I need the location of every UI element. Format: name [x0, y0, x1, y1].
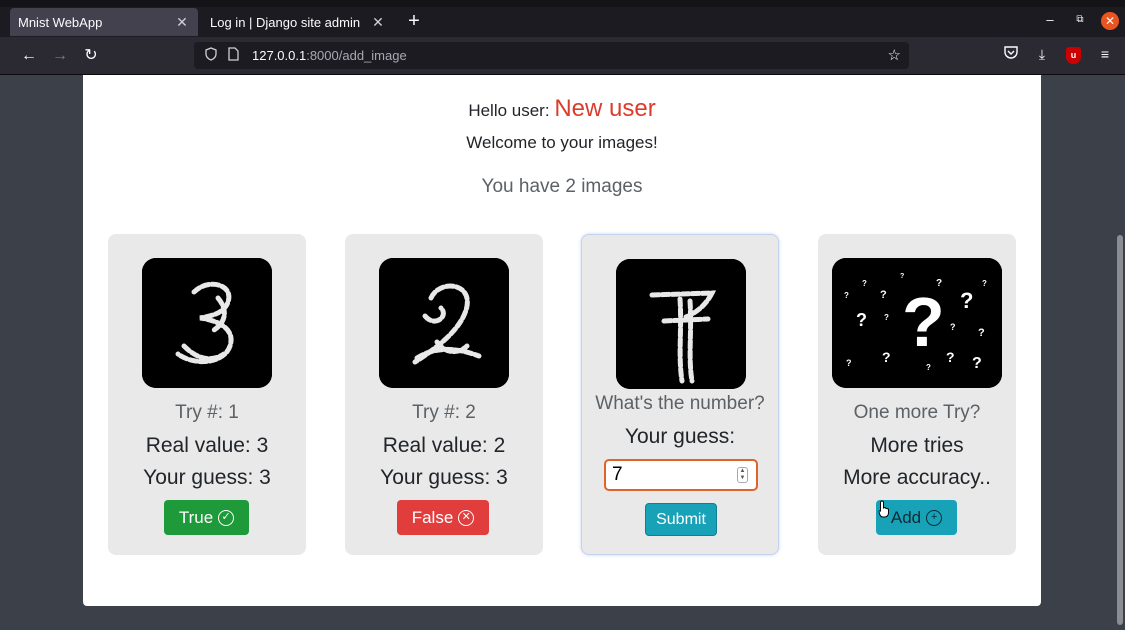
shield-icon[interactable]: [202, 47, 220, 64]
tab-title: Log in | Django site admin: [210, 14, 361, 30]
pocket-icon[interactable]: [1001, 46, 1021, 62]
image-card-2: Try #: 2 Real value: 2 Your guess: 3 Fal…: [345, 234, 543, 555]
page-viewport: Hello user: New user Welcome to your ima…: [0, 75, 1125, 630]
menu-icon[interactable]: ≡: [1095, 46, 1115, 62]
image-card-1: Try #: 1 Real value: 3 Your guess: 3 Tru…: [108, 234, 306, 555]
svg-text:?: ?: [926, 363, 931, 372]
your-guess: Your guess: 3: [380, 466, 508, 489]
window-top-strip: [0, 0, 1125, 7]
close-icon[interactable]: ✕: [174, 14, 190, 31]
svg-text:?: ?: [846, 358, 852, 368]
user-name: New user: [554, 95, 656, 122]
real-value: Real value: 3: [145, 434, 269, 457]
svg-text:?: ?: [884, 313, 889, 322]
svg-text:?: ?: [856, 310, 867, 330]
mnist-digit-image: [616, 259, 746, 389]
navigation-toolbar: ← → ↻ 127.0.0.1:8000/add_image ☆ ⤓ u ≡: [0, 37, 1125, 75]
real-value: Real value: 2: [382, 434, 506, 457]
svg-text:?: ?: [960, 288, 973, 313]
guess-question: What's the number?: [595, 393, 765, 414]
add-card-title: One more Try?: [853, 402, 981, 423]
check-circle-icon: ✓: [218, 509, 235, 526]
greeting-prefix: Hello user:: [468, 101, 550, 120]
svg-text:?: ?: [982, 279, 987, 288]
false-result-button[interactable]: False ✕: [397, 500, 489, 535]
svg-text:?: ?: [950, 322, 956, 332]
guess-card: What's the number? Your guess: 7 ▲ ▼ Subm…: [581, 234, 779, 555]
download-icon[interactable]: ⤓: [1032, 46, 1052, 63]
submit-button[interactable]: Submit: [645, 503, 717, 536]
scrollbar-thumb[interactable]: [1117, 235, 1123, 625]
svg-text:?: ?: [880, 289, 887, 301]
try-number: Try #: 1: [175, 402, 239, 423]
true-result-button[interactable]: True ✓: [164, 500, 249, 535]
main-container: Hello user: New user Welcome to your ima…: [83, 75, 1041, 606]
svg-text:?: ?: [900, 273, 904, 280]
svg-text:?: ?: [972, 355, 982, 372]
close-icon[interactable]: ✕: [370, 14, 386, 31]
plus-circle-icon: +: [926, 509, 943, 526]
add-card: ? ? ? ? ? ? ? ? ? ? ? ? ? ? ? ? ? One mo…: [818, 234, 1016, 555]
ublock-extension-icon[interactable]: u: [1066, 47, 1081, 64]
tab-mnist-webapp[interactable]: Mnist WebApp ✕: [10, 8, 198, 36]
add-card-line1: More tries: [870, 434, 964, 457]
svg-text:?: ?: [946, 349, 955, 365]
reload-icon[interactable]: ↻: [80, 45, 102, 67]
scrollbar[interactable]: [1113, 75, 1125, 630]
question-marks-image: ? ? ? ? ? ? ? ? ? ? ? ? ? ? ? ? ?: [832, 258, 1002, 388]
x-circle-icon: ✕: [458, 509, 475, 526]
svg-text:?: ?: [844, 291, 849, 300]
button-label: True: [178, 507, 214, 527]
guess-input-value: 7: [612, 464, 623, 485]
page-icon[interactable]: [224, 47, 242, 64]
number-spinner[interactable]: ▲ ▼: [737, 467, 748, 483]
guess-prompt: Your guess:: [624, 425, 736, 448]
svg-text:?: ?: [936, 278, 942, 289]
svg-text:?: ?: [978, 327, 985, 339]
guess-number-input[interactable]: 7 ▲ ▼: [604, 459, 758, 491]
welcome-text: Welcome to your images!: [466, 133, 658, 152]
button-label: False: [411, 507, 454, 527]
image-count: You have 2 images: [481, 176, 643, 197]
url-host: 127.0.0.1: [252, 48, 307, 63]
bookmark-star-icon[interactable]: ☆: [888, 46, 901, 64]
svg-text:?: ?: [882, 349, 891, 365]
url-path: :8000/add_image: [306, 48, 407, 63]
forward-icon[interactable]: →: [49, 45, 71, 67]
try-number: Try #: 2: [412, 402, 476, 423]
add-card-line2: More accuracy..: [843, 466, 991, 489]
window-close-icon[interactable]: ✕: [1101, 12, 1119, 30]
your-guess: Your guess: 3: [143, 466, 271, 489]
svg-text:?: ?: [902, 283, 945, 361]
tab-django-admin[interactable]: Log in | Django site admin ✕: [202, 8, 394, 36]
mnist-digit-image: [379, 258, 509, 388]
tab-bar: Mnist WebApp ✕ Log in | Django site admi…: [0, 7, 1125, 37]
minimize-icon[interactable]: –: [1041, 12, 1059, 27]
button-label: Add: [890, 507, 922, 527]
svg-text:?: ?: [862, 279, 867, 288]
mouse-cursor-icon: [878, 500, 889, 518]
maximize-icon[interactable]: ⧉: [1071, 14, 1089, 25]
mnist-digit-image: [142, 258, 272, 388]
tab-title: Mnist WebApp: [18, 14, 103, 30]
new-tab-button[interactable]: +: [402, 10, 426, 33]
url-bar[interactable]: 127.0.0.1:8000/add_image ☆: [194, 42, 909, 69]
back-icon[interactable]: ←: [18, 45, 40, 67]
greeting: Hello user: New user: [83, 95, 1041, 123]
